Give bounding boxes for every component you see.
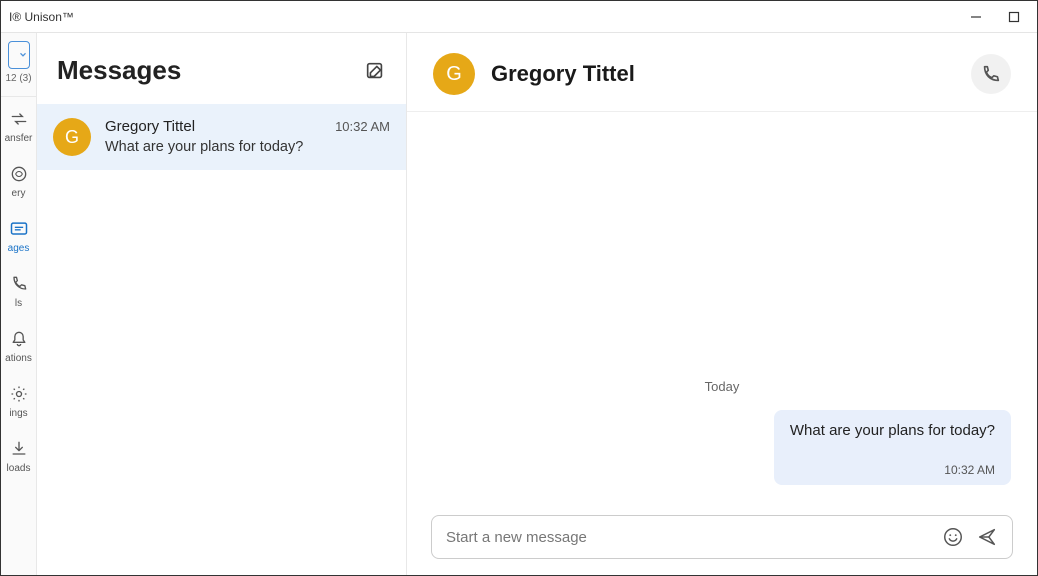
device-icon bbox=[8, 41, 30, 69]
sidebar-item-label: ations bbox=[5, 353, 32, 364]
conversation-body: Gregory Tittel 10:32 AM What are your pl… bbox=[105, 118, 390, 156]
minimize-button[interactable] bbox=[969, 10, 983, 24]
compose-button[interactable] bbox=[364, 60, 386, 82]
sidebar-item-label: ery bbox=[12, 188, 26, 199]
titlebar: I® Unison™ bbox=[1, 1, 1037, 33]
conversation-name: Gregory Tittel bbox=[105, 118, 195, 135]
download-icon bbox=[9, 439, 29, 459]
sidebar-item-downloads[interactable]: loads bbox=[1, 427, 36, 482]
sidebar-item-label: ls bbox=[15, 298, 22, 309]
conversations-header: Messages bbox=[37, 33, 406, 104]
sidebar-item-notifications[interactable]: ations bbox=[1, 317, 36, 372]
messages-icon bbox=[9, 219, 29, 239]
sidebar-item-label: ings bbox=[9, 408, 27, 419]
sidebar-item-label: ansfer bbox=[5, 133, 33, 144]
sidebar-item-label: loads bbox=[7, 463, 31, 474]
chat-contact-name: Gregory Tittel bbox=[491, 61, 955, 87]
message-input[interactable] bbox=[446, 529, 930, 546]
composer bbox=[431, 515, 1013, 559]
call-button[interactable] bbox=[971, 54, 1011, 94]
window-controls bbox=[969, 10, 1029, 24]
avatar: G bbox=[433, 53, 475, 95]
sidebar-item-label: ages bbox=[8, 243, 30, 254]
main-layout: 12 (3) ansfer ery ages ls bbox=[1, 33, 1037, 575]
avatar: G bbox=[53, 118, 91, 156]
message-time: 10:32 AM bbox=[790, 463, 995, 477]
sidebar-item-transfer[interactable]: ansfer bbox=[1, 97, 36, 152]
chat-body: Today What are your plans for today? 10:… bbox=[407, 112, 1037, 515]
maximize-button[interactable] bbox=[1007, 10, 1021, 24]
gallery-icon bbox=[9, 164, 29, 184]
bell-icon bbox=[9, 329, 29, 349]
sidebar-item-gallery[interactable]: ery bbox=[1, 152, 36, 207]
conversations-title: Messages bbox=[57, 55, 181, 86]
sidebar-item-settings[interactable]: ings bbox=[1, 372, 36, 427]
conversations-panel: Messages G Gregory Tittel 10:32 AM What … bbox=[37, 33, 407, 575]
device-selector[interactable]: 12 (3) bbox=[1, 33, 36, 97]
phone-icon bbox=[9, 274, 29, 294]
sidebar-item-messages[interactable]: ages bbox=[1, 207, 36, 262]
device-status-label: 12 (3) bbox=[5, 73, 31, 84]
date-separator: Today bbox=[433, 379, 1011, 394]
conversation-preview: What are your plans for today? bbox=[105, 139, 390, 155]
message-outgoing[interactable]: What are your plans for today? 10:32 AM bbox=[774, 410, 1011, 485]
transfer-icon bbox=[9, 109, 29, 129]
message-text: What are your plans for today? bbox=[790, 422, 995, 439]
sidebar-item-calls[interactable]: ls bbox=[1, 262, 36, 317]
chat-panel: G Gregory Tittel Today What are your pla… bbox=[407, 33, 1037, 575]
chat-header: G Gregory Tittel bbox=[407, 33, 1037, 112]
conversation-item[interactable]: G Gregory Tittel 10:32 AM What are your … bbox=[37, 104, 406, 170]
gear-icon bbox=[9, 384, 29, 404]
emoji-button[interactable] bbox=[942, 526, 964, 548]
window-title: I® Unison™ bbox=[9, 10, 969, 24]
sidebar: 12 (3) ansfer ery ages ls bbox=[1, 33, 37, 575]
conversation-time: 10:32 AM bbox=[335, 119, 390, 134]
send-button[interactable] bbox=[976, 526, 998, 548]
